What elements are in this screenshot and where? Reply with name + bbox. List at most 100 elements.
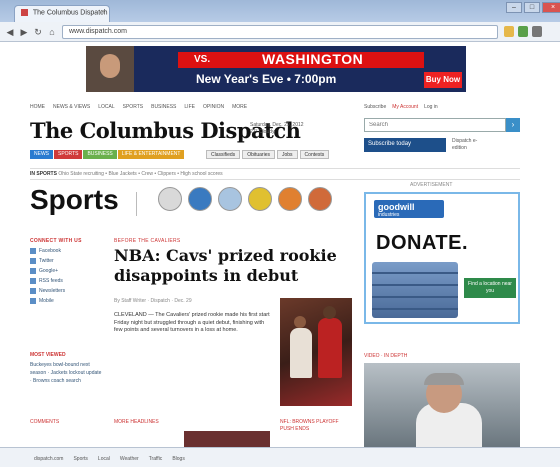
subscribe-link[interactable]: Subscribe: [364, 104, 386, 110]
wrench-menu-icon[interactable]: [532, 26, 542, 37]
newsletter-icon: [30, 288, 36, 294]
section-business[interactable]: BUSINESS: [83, 150, 117, 159]
donate-cta-button[interactable]: Find a location near you: [464, 278, 516, 298]
util-nav-item[interactable]: MORE: [232, 104, 247, 110]
hot-topics-label: IN SPORTS: [30, 171, 57, 177]
most-viewed-heading: MOST VIEWED: [30, 352, 66, 358]
subscribe-button[interactable]: Subscribe today: [364, 138, 446, 152]
status-item[interactable]: Sports: [73, 456, 87, 462]
e-edition-link[interactable]: Dispatch e-edition: [452, 138, 492, 152]
account-links: Subscribe My Account Log in: [364, 104, 438, 110]
my-account-link[interactable]: My Account: [392, 104, 418, 110]
ad-team-text: WASHINGTON: [262, 51, 364, 67]
classifieds-link[interactable]: Classifieds: [206, 150, 241, 159]
crew-icon[interactable]: [218, 187, 242, 211]
video-heading: VIDEO · IN DEPTH: [364, 353, 408, 359]
ohio-state-icon[interactable]: [158, 187, 182, 211]
util-nav-item[interactable]: NEWS & VIEWS: [53, 104, 90, 110]
blue-jackets-icon[interactable]: [188, 187, 212, 211]
status-item[interactable]: Blogs: [172, 456, 185, 462]
sidebar-item-rss[interactable]: RSS feeds: [30, 278, 104, 284]
home-icon[interactable]: ⌂: [46, 26, 58, 38]
section-life[interactable]: LIFE & ENTERTAINMENT: [117, 150, 185, 159]
goodwill-logo: goodwill industries: [374, 200, 444, 218]
section-sports[interactable]: SPORTS: [54, 150, 83, 159]
hockey-player-image: [86, 46, 134, 92]
login-link[interactable]: Log in: [424, 104, 438, 110]
most-viewed-links[interactable]: Buckeyes bowl-bound next season · Jacket…: [30, 361, 104, 385]
sidebar-item-mobile[interactable]: Mobile: [30, 298, 104, 304]
close-window-icon[interactable]: ×: [542, 2, 560, 13]
status-item[interactable]: Local: [98, 456, 110, 462]
forward-icon[interactable]: ▶: [18, 26, 30, 38]
reload-icon[interactable]: ↻: [32, 26, 44, 38]
status-links: dispatch.com Sports Local Weather Traffi…: [34, 456, 185, 462]
browser-tab[interactable]: The Columbus Dispatch ×: [14, 5, 110, 22]
util-nav-item[interactable]: LIFE: [184, 104, 195, 110]
status-item[interactable]: Traffic: [149, 456, 163, 462]
hot-topics-links[interactable]: Ohio State recruiting • Blue Jackets • C…: [58, 171, 222, 177]
google-icon: [30, 268, 36, 274]
util-nav-item[interactable]: HOME: [30, 104, 45, 110]
secondary-nav: Classifieds Obituaries Jobs Contests: [206, 150, 330, 159]
sidebar-item-facebook[interactable]: Facebook: [30, 248, 104, 254]
section-news[interactable]: NEWS: [30, 150, 53, 159]
browser-toolbar: ◀ ▶ ↻ ⌂ www.dispatch.com: [0, 22, 560, 42]
mobile-icon: [30, 298, 36, 304]
status-bar: dispatch.com Sports Local Weather Traffi…: [0, 447, 560, 467]
donate-ad[interactable]: goodwill industries DONATE. Find a locat…: [364, 192, 520, 324]
minimize-icon[interactable]: –: [506, 2, 522, 13]
clippers-icon[interactable]: [248, 187, 272, 211]
college-icon[interactable]: [308, 187, 332, 211]
advertisement-label: ADVERTISEMENT: [410, 182, 453, 188]
high-school-icon[interactable]: [278, 187, 302, 211]
more-headlines-photo[interactable]: [184, 431, 270, 447]
window-controls: – □ ×: [506, 2, 560, 14]
donate-headline: DONATE.: [376, 232, 469, 254]
ad-buy-now-button[interactable]: Buy Now: [424, 72, 462, 88]
sidebar-item-newsletters[interactable]: Newsletters: [30, 288, 104, 294]
sidebar-heading: CONNECT WITH US: [30, 238, 82, 244]
story-body: CLEVELAND — The Cavaliers' prized rookie…: [114, 312, 270, 333]
masthead-date: Saturday, Dec. 29, 2012 27° Cloudy: [250, 122, 304, 135]
video-thumbnail[interactable]: [364, 363, 520, 447]
back-icon[interactable]: ◀: [4, 26, 16, 38]
page-title: Sports: [30, 184, 119, 215]
ad-vs-text: VS.: [194, 54, 211, 65]
obituaries-link[interactable]: Obituaries: [242, 150, 275, 159]
comments-heading: COMMENTS: [30, 419, 60, 425]
connect-sidebar: CONNECT WITH US Facebook Twitter Google+…: [30, 238, 104, 308]
title-divider: [136, 192, 137, 216]
address-bar[interactable]: www.dispatch.com: [62, 25, 498, 39]
story-photo[interactable]: [280, 298, 352, 406]
ad-date-text: New Year's Eve • 7:00pm: [196, 72, 337, 86]
favicon-icon: [21, 9, 28, 16]
util-nav-item[interactable]: BUSINESS: [151, 104, 176, 110]
twitter-icon: [30, 258, 36, 264]
util-nav-item[interactable]: LOCAL: [98, 104, 114, 110]
contests-link[interactable]: Contests: [299, 150, 330, 159]
browser-tabstrip: The Columbus Dispatch × – □ ×: [0, 0, 560, 22]
status-item[interactable]: dispatch.com: [34, 456, 63, 462]
status-item[interactable]: Weather: [120, 456, 139, 462]
search-button[interactable]: ›: [506, 118, 520, 132]
more-headlines-heading: MORE HEADLINES: [114, 419, 159, 425]
story-headline[interactable]: NBA: Cavs' prized rookie disappoints in …: [114, 246, 354, 286]
section-nav: NEWS SPORTS BUSINESS LIFE & ENTERTAINMEN…: [30, 150, 185, 159]
most-viewed-sidebar: MOST VIEWED Buckeyes bowl-bound next sea…: [30, 352, 104, 385]
sidebar-item-google[interactable]: Google+: [30, 268, 104, 274]
clothing-stack-image: [372, 262, 458, 318]
maximize-icon[interactable]: □: [524, 2, 540, 13]
tab-title: The Columbus Dispatch: [32, 9, 108, 17]
secondary-story-link[interactable]: NFL: BROWNS PLAYOFF PUSH ENDS: [280, 419, 350, 433]
bookmark-star-icon[interactable]: [504, 26, 514, 37]
extension-icon[interactable]: [518, 26, 528, 37]
top-banner-ad[interactable]: VS. WASHINGTON New Year's Eve • 7:00pm B…: [86, 46, 466, 92]
close-tab-icon[interactable]: ×: [101, 9, 105, 16]
util-nav-item[interactable]: SPORTS: [123, 104, 143, 110]
jobs-link[interactable]: Jobs: [276, 150, 298, 159]
util-nav-item[interactable]: OPINION: [203, 104, 224, 110]
rss-icon: [30, 278, 36, 284]
search-input[interactable]: [364, 118, 506, 132]
sidebar-item-twitter[interactable]: Twitter: [30, 258, 104, 264]
